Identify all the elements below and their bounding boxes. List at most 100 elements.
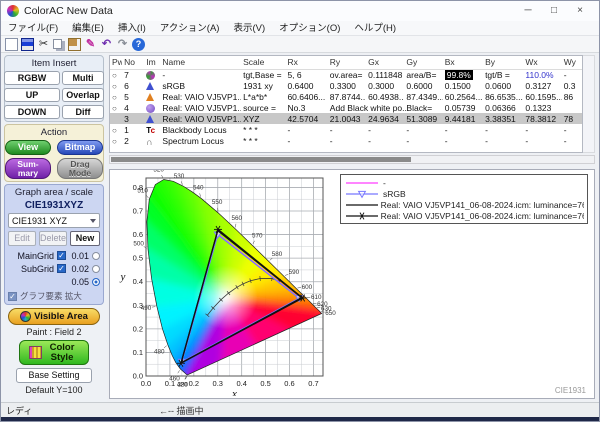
menu-item-5[interactable]: オプション(O) — [272, 21, 347, 36]
save-icon[interactable] — [21, 38, 34, 51]
maximize-button[interactable]: □ — [541, 1, 567, 21]
minimize-button[interactable]: ─ — [515, 1, 541, 21]
redo-icon[interactable]: ↷ — [116, 38, 129, 51]
visible-area-button[interactable]: Visible Area — [8, 308, 100, 325]
scale-dropdown[interactable]: CIE1931 XYZ — [8, 213, 100, 228]
svg-text:580: 580 — [272, 251, 283, 258]
svg-text:0.4: 0.4 — [236, 379, 246, 388]
brush-icon[interactable]: ✎ — [84, 38, 97, 51]
scale-name: CIE1931XYZ — [8, 200, 100, 211]
row-radio[interactable]: ○ — [112, 104, 117, 113]
item-table-panel: PwNoImNameScaleRxRyGxGyBxByWxWy○7-tgt,Ba… — [109, 55, 583, 153]
app-icon — [7, 5, 19, 17]
menu-item-1[interactable]: 編集(E) — [65, 21, 111, 36]
base-setting-button[interactable]: Base Setting — [16, 368, 92, 383]
chart-corner-label: CIE1931 — [555, 386, 586, 395]
menu-item-3[interactable]: アクション(A) — [153, 21, 227, 36]
table-cell: * * * — [241, 124, 285, 135]
row-radio[interactable]: ○ — [112, 71, 117, 80]
action-sum-button[interactable]: Sum- mary — [5, 158, 51, 179]
table-cell: 5, 6 — [285, 69, 327, 80]
copy-icon[interactable] — [53, 39, 62, 49]
insert-rgbw-button[interactable]: RGBW — [4, 71, 60, 85]
column-header-wx[interactable]: Wx — [523, 56, 561, 69]
row-number: 2 — [122, 135, 144, 146]
legend-item: Real: VAIO VJ5VP141_06-08-2024.icm: lumi… — [344, 199, 584, 210]
column-header-bx[interactable]: Bx — [443, 56, 483, 69]
table-horizontal-scrollbar[interactable] — [109, 155, 595, 164]
table-cell: Add Black white po... — [328, 102, 366, 113]
cut-icon[interactable]: ✂ — [37, 38, 50, 51]
table-row[interactable]: ○4Real: VAIO VJ5VP1...source =No.3Add Bl… — [110, 102, 582, 113]
table-row[interactable]: ○6sRGB1931 xy0.64000.33000.30000.60000.1… — [110, 80, 582, 91]
column-header-im[interactable]: Im — [144, 56, 160, 69]
graph-delete-button[interactable]: Delete — [39, 231, 67, 246]
graph-edit-button[interactable]: Edit — [8, 231, 36, 246]
table-row[interactable]: ○1TcBlackbody Locus* * *-------- — [110, 124, 582, 135]
table-cell: L*a*b* — [241, 91, 285, 102]
help-icon[interactable]: ? — [132, 38, 145, 51]
column-header-no[interactable]: No — [122, 56, 144, 69]
new-icon[interactable] — [5, 38, 18, 51]
subgrid-checkbox[interactable]: ✓ — [57, 264, 66, 273]
window-bottom-edge — [1, 417, 599, 421]
table-vertical-scrollbar[interactable] — [583, 55, 595, 153]
grid-option-radio-0.02[interactable] — [92, 265, 100, 273]
chart-legend: -sRGBReal: VAIO VJ5VP141_06-08-2024.icm:… — [340, 174, 588, 224]
action-drag-button[interactable]: Drag Mode — [57, 158, 103, 179]
table-cell: 99.8% — [443, 69, 483, 80]
table-row[interactable]: ○7-tgt,Base =5, 6ov.area=0.111848area/B=… — [110, 69, 582, 80]
svg-text:x: x — [231, 388, 237, 396]
expand-checkbox[interactable]: ✓ — [8, 292, 17, 301]
table-cell: 60.1595... — [523, 91, 561, 102]
row-radio[interactable]: ○ — [112, 82, 117, 91]
column-header-gy[interactable]: Gy — [404, 56, 442, 69]
menu-item-2[interactable]: 挿入(I) — [111, 21, 153, 36]
table-row[interactable]: ○5Real: VAIO VJ5VP1...L*a*b*60.6406...87… — [110, 91, 582, 102]
menu-item-6[interactable]: ヘルプ(H) — [347, 21, 403, 36]
insert-down-button[interactable]: DOWN — [4, 105, 60, 119]
row-radio[interactable]: ○ — [112, 93, 117, 102]
column-header-name[interactable]: Name — [160, 56, 241, 69]
insert-multi-button[interactable]: Multi — [62, 71, 104, 85]
scrollbar-thumb[interactable] — [111, 157, 411, 162]
grid-option-label: 0.02 — [71, 264, 89, 274]
table-row[interactable]: ○2∩Spectrum Locus* * *-------- — [110, 135, 582, 146]
grid-option-radio-0.05[interactable] — [92, 278, 100, 286]
color-style-button[interactable]: Color Style — [19, 340, 89, 365]
row-name: - — [160, 69, 241, 80]
graph-new-button[interactable]: New — [70, 231, 100, 246]
action-bitmap-button[interactable]: Bitmap — [57, 140, 103, 155]
column-header-ry[interactable]: Ry — [328, 56, 366, 69]
table-row[interactable]: 3Real: VAIO VJ5VP1...XYZ42.570421.004324… — [110, 113, 582, 124]
insert-overlap-button[interactable]: Overlap — [62, 88, 104, 102]
visible-area-label: Visible Area — [34, 311, 88, 322]
status-left: レディ — [6, 404, 32, 417]
maingrid-checkbox[interactable]: ✓ — [57, 251, 66, 260]
column-header-pw[interactable]: Pw — [110, 56, 122, 69]
legend-item: - — [344, 177, 584, 188]
action-view-button[interactable]: View — [5, 140, 51, 155]
menu-item-0[interactable]: ファイル(F) — [1, 21, 65, 36]
svg-text:0.5: 0.5 — [260, 379, 270, 388]
pinwheel-icon — [146, 71, 155, 80]
legend-label: Real: VAIO VJ5VP141_06-08-2024.icm: lumi… — [381, 211, 584, 221]
column-header-wy[interactable]: Wy — [562, 56, 582, 69]
column-header-gx[interactable]: Gx — [366, 56, 404, 69]
table-cell: 1931 xy — [241, 80, 285, 91]
row-radio[interactable]: ○ — [112, 126, 117, 135]
grid-option-radio-0.01[interactable] — [92, 252, 100, 260]
column-header-by[interactable]: By — [483, 56, 523, 69]
menu-item-4[interactable]: 表示(V) — [226, 21, 272, 36]
row-number: 4 — [122, 102, 144, 113]
table-cell: 60.4938... — [366, 91, 404, 102]
column-header-scale[interactable]: Scale — [241, 56, 285, 69]
paste-icon[interactable] — [68, 38, 81, 51]
undo-icon[interactable]: ↶ — [100, 38, 113, 51]
close-button[interactable]: × — [567, 1, 593, 21]
insert-diff-button[interactable]: Diff — [62, 105, 104, 119]
table-cell: 21.0043 — [328, 113, 366, 124]
row-radio[interactable]: ○ — [112, 137, 117, 146]
insert-up-button[interactable]: UP — [4, 88, 60, 102]
column-header-rx[interactable]: Rx — [285, 56, 327, 69]
